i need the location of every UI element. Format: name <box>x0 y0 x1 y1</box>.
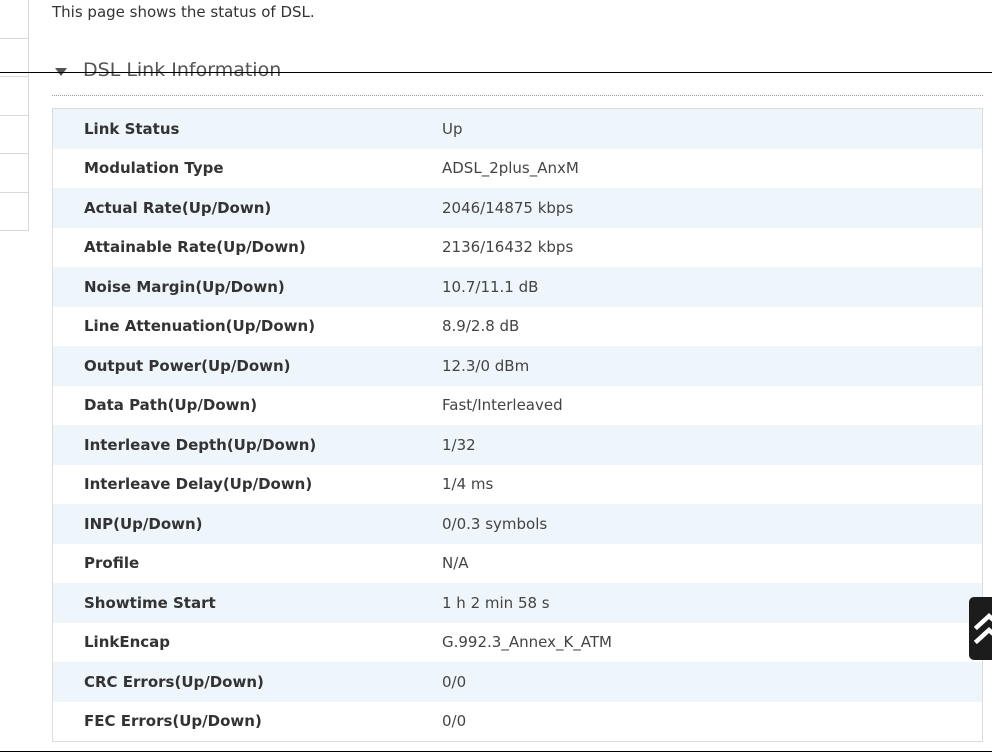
horizontal-rule <box>0 72 992 73</box>
section-header-dsl-link-info[interactable]: DSL Link Information <box>52 58 983 96</box>
section-title: DSL Link Information <box>83 59 282 81</box>
row-label: CRC Errors(Up/Down) <box>84 672 264 691</box>
table-row: Profile N/A <box>53 543 982 583</box>
table-row: LinkEncap G.992.3_Annex_K_ATM <box>53 622 982 662</box>
row-value: 1 h 2 min 58 s <box>442 593 550 612</box>
row-label: INP(Up/Down) <box>84 514 203 533</box>
left-sidebar <box>0 0 29 231</box>
table-row: FEC Errors(Up/Down) 0/0 <box>53 701 982 741</box>
sidebar-item[interactable] <box>0 77 28 116</box>
table-row: CRC Errors(Up/Down) 0/0 <box>53 662 982 702</box>
sidebar-item[interactable] <box>0 116 28 154</box>
sidebar-item[interactable] <box>0 154 28 193</box>
row-value: 1/4 ms <box>442 475 494 494</box>
row-label: Actual Rate(Up/Down) <box>84 198 272 217</box>
row-label: Attainable Rate(Up/Down) <box>84 238 306 257</box>
table-row: Link Status Up <box>53 109 982 149</box>
table-row: Noise Margin(Up/Down) 10.7/11.1 dB <box>53 267 982 307</box>
row-label: Interleave Depth(Up/Down) <box>84 435 317 454</box>
row-label: Output Power(Up/Down) <box>84 356 291 375</box>
table-row: Line Attenuation(Up/Down) 8.9/2.8 dB <box>53 306 982 346</box>
table-row: Output Power(Up/Down) 12.3/0 dBm <box>53 346 982 386</box>
row-value: 2046/14875 kbps <box>442 198 574 217</box>
row-label: Profile <box>84 554 140 573</box>
row-label: FEC Errors(Up/Down) <box>84 712 262 731</box>
sidebar-item[interactable] <box>0 193 28 231</box>
table-row: Interleave Depth(Up/Down) 1/32 <box>53 425 982 465</box>
row-value: 0/0.3 symbols <box>442 514 548 533</box>
row-value: Up <box>442 119 463 138</box>
row-value: 2136/16432 kbps <box>442 238 574 257</box>
dsl-info-table: Link Status Up Modulation Type ADSL_2plus_A… <box>52 108 983 742</box>
double-chevron-up-icon <box>973 612 992 645</box>
page-description: This page shows the status of DSL. <box>52 3 315 21</box>
row-value: 1/32 <box>442 435 476 454</box>
table-row: Actual Rate(Up/Down) 2046/14875 kbps <box>53 188 982 228</box>
row-value: 10.7/11.1 dB <box>442 277 539 296</box>
table-row: Modulation Type ADSL_2plus_AnxM <box>53 148 982 188</box>
row-label: Line Attenuation(Up/Down) <box>84 317 316 336</box>
table-row: INP(Up/Down) 0/0.3 symbols <box>53 504 982 544</box>
sidebar-item[interactable] <box>0 0 28 39</box>
row-label: Noise Margin(Up/Down) <box>84 277 285 296</box>
row-label: Showtime Start <box>84 593 216 612</box>
table-row: Data Path(Up/Down) Fast/Interleaved <box>53 385 982 425</box>
row-label: LinkEncap <box>84 633 171 652</box>
row-value: N/A <box>442 554 469 573</box>
table-row: Interleave Delay(Up/Down) 1/4 ms <box>53 464 982 504</box>
row-value: 12.3/0 dBm <box>442 356 530 375</box>
table-row: Showtime Start 1 h 2 min 58 s <box>53 583 982 623</box>
row-value: ADSL_2plus_AnxM <box>442 159 579 178</box>
row-value: 8.9/2.8 dB <box>442 317 520 336</box>
row-value: G.992.3_Annex_K_ATM <box>442 633 612 652</box>
row-label: Modulation Type <box>84 159 224 178</box>
row-value: 0/0 <box>442 712 467 731</box>
row-label: Link Status <box>84 119 180 138</box>
row-label: Data Path(Up/Down) <box>84 396 258 415</box>
scroll-to-top-button[interactable] <box>969 597 992 660</box>
table-row: Attainable Rate(Up/Down) 2136/16432 kbps <box>53 227 982 267</box>
row-value: Fast/Interleaved <box>442 396 563 415</box>
row-value: 0/0 <box>442 672 467 691</box>
bottom-border <box>0 751 992 752</box>
row-label: Interleave Delay(Up/Down) <box>84 475 313 494</box>
